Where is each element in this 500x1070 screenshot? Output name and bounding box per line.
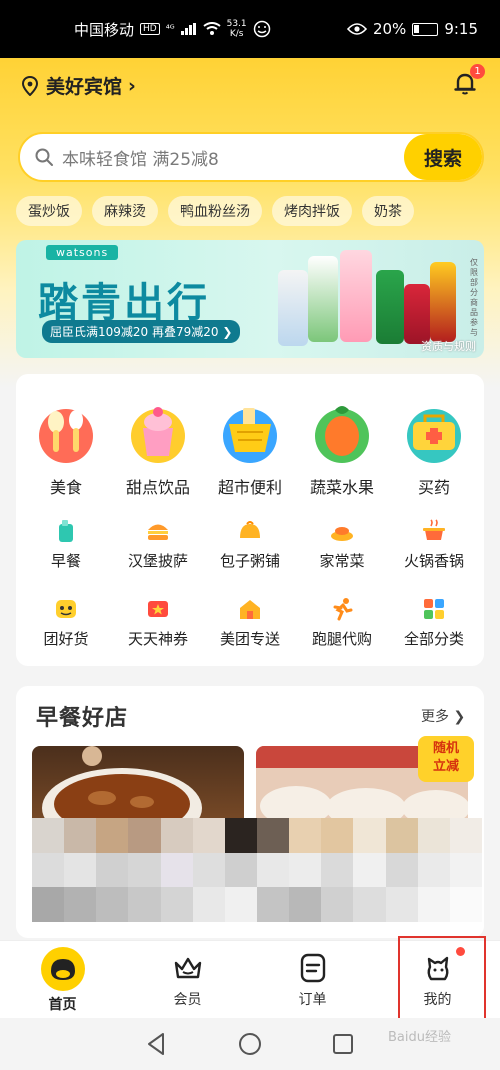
banner-rules-link[interactable]: 资质与规则	[421, 338, 476, 354]
category-panel: 美食 甜点饮品 超市便利 蔬菜水果 买药 早餐 汉堡披萨 包子粥铺 家常菜 火锅…	[16, 374, 484, 666]
category-food[interactable]: 美食	[23, 392, 109, 498]
banner-side-note: 仅限部分商品参与	[470, 258, 478, 337]
nav-orders[interactable]: 订单	[250, 941, 375, 1018]
search-button[interactable]: 搜索	[404, 134, 482, 180]
category-hotpot[interactable]: 火锅香锅	[389, 518, 479, 571]
crown-icon	[174, 957, 201, 978]
home-circle-icon[interactable]	[237, 1031, 263, 1057]
burger-icon	[148, 524, 168, 540]
signal-bars-icon	[180, 23, 196, 35]
category-coupon[interactable]: 天天神券	[113, 596, 203, 649]
location-name: 美好宾馆	[46, 76, 123, 98]
hd-badge: HD	[140, 23, 160, 35]
soup-bowl-icon	[42, 746, 202, 826]
search-icon	[35, 148, 53, 166]
battery-percent: 20%	[372, 20, 407, 38]
category-runner[interactable]: 跑腿代购	[297, 596, 387, 649]
category-delivery[interactable]: 美团专送	[205, 596, 295, 649]
section-title: 早餐好店	[36, 706, 129, 731]
group-buy-icon	[56, 600, 76, 618]
food-icon	[39, 409, 93, 463]
breakfast-section: 早餐好店 更多 ❯ 随机 立减	[16, 686, 484, 938]
product-can-icon	[376, 270, 404, 344]
product-can-icon	[404, 284, 430, 344]
supermarket-icon	[223, 408, 277, 463]
back-icon[interactable]	[144, 1031, 170, 1057]
location-pin-icon	[21, 75, 39, 96]
category-supermarket[interactable]: 超市便利	[207, 392, 293, 498]
category-all[interactable]: 全部分类	[389, 596, 479, 649]
brand-logo: watsons	[46, 245, 119, 260]
category-bun[interactable]: 包子粥铺	[205, 518, 295, 571]
discount-tag: 随机 立减	[418, 736, 474, 782]
category-dessert[interactable]: 甜点饮品	[115, 392, 201, 498]
hot-tag[interactable]: 蛋炒饭	[16, 196, 82, 226]
highlight-box	[398, 936, 486, 1026]
grid-icon	[424, 599, 444, 619]
hot-tag[interactable]: 麻辣烫	[92, 196, 158, 226]
home-icon	[40, 946, 85, 991]
search-bar[interactable]: 本味轻食馆 满25减8 搜索	[18, 132, 484, 182]
bun-icon	[240, 521, 260, 538]
hotpot-icon	[423, 519, 445, 540]
product-bottle-icon	[308, 256, 338, 342]
location-selector[interactable]: 美好宾馆 ›	[20, 72, 136, 99]
status-bar: 中国移动 HD ⁴ᴳ 53.1 K/s 20% 9:15	[0, 0, 500, 58]
recents-icon[interactable]	[330, 1031, 356, 1057]
eye-icon	[346, 23, 367, 35]
category-burger[interactable]: 汉堡披萨	[113, 518, 203, 571]
network-speed: 53.1 K/s	[226, 19, 247, 39]
medicine-icon	[407, 409, 461, 463]
fruit-icon	[315, 406, 369, 463]
category-small-row-1: 早餐 汉堡披萨 包子粥铺 家常菜 火锅香锅	[16, 518, 484, 571]
runner-icon	[333, 598, 353, 621]
watermark: Baidu经验	[388, 1030, 451, 1045]
more-link[interactable]: 更多 ❯	[421, 706, 465, 726]
hot-search-tags: 蛋炒饭 麻辣烫 鸭血粉丝汤 烤肉拌饭 奶茶	[16, 196, 414, 226]
profile-notification-dot	[456, 947, 465, 956]
search-input[interactable]: 本味轻食馆 满25减8	[62, 145, 404, 170]
category-medicine[interactable]: 买药	[391, 392, 477, 498]
category-breakfast[interactable]: 早餐	[21, 518, 111, 571]
notification-badge: 1	[470, 64, 485, 79]
dessert-icon	[131, 407, 185, 463]
dish-icon	[331, 527, 353, 541]
battery-icon	[412, 22, 439, 36]
breakfast-icon	[59, 520, 73, 542]
product-bottle-icon	[278, 270, 308, 346]
hot-tag[interactable]: 烤肉拌饭	[272, 196, 352, 226]
blurred-content	[32, 818, 482, 922]
hot-tag[interactable]: 鸭血粉丝汤	[168, 196, 262, 226]
signal-icon: ⁴ᴳ	[165, 23, 175, 35]
smiley-icon	[253, 20, 270, 38]
product-bottle-icon	[340, 250, 372, 342]
banner-promo: 屈臣氏满109减20 再叠79减20 ❯	[42, 320, 241, 343]
clock: 9:15	[444, 20, 478, 38]
category-small-row-2: 团好货 天天神券 美团专送 跑腿代购 全部分类	[16, 596, 484, 649]
product-bottle-icon	[430, 262, 456, 342]
chevron-right-icon: ›	[128, 74, 136, 97]
category-fruit[interactable]: 蔬菜水果	[299, 392, 385, 498]
nav-home[interactable]: 首页	[0, 941, 125, 1018]
shop-card-image[interactable]	[32, 746, 244, 826]
carrier-name: 中国移动	[74, 20, 135, 39]
nav-membership[interactable]: 会员	[125, 941, 250, 1018]
category-group-buy[interactable]: 团好货	[21, 596, 111, 649]
delivery-icon	[240, 600, 260, 619]
order-icon	[300, 953, 325, 982]
category-dish[interactable]: 家常菜	[297, 518, 387, 571]
hot-tag[interactable]: 奶茶	[362, 196, 414, 226]
coupon-icon	[148, 601, 168, 617]
promo-banner[interactable]: watsons 踏青出行 屈臣氏满109减20 再叠79减20 ❯ 仅限部分商品…	[16, 240, 484, 358]
category-big-row: 美食 甜点饮品 超市便利 蔬菜水果 买药	[16, 392, 484, 498]
wifi-icon	[203, 22, 221, 35]
